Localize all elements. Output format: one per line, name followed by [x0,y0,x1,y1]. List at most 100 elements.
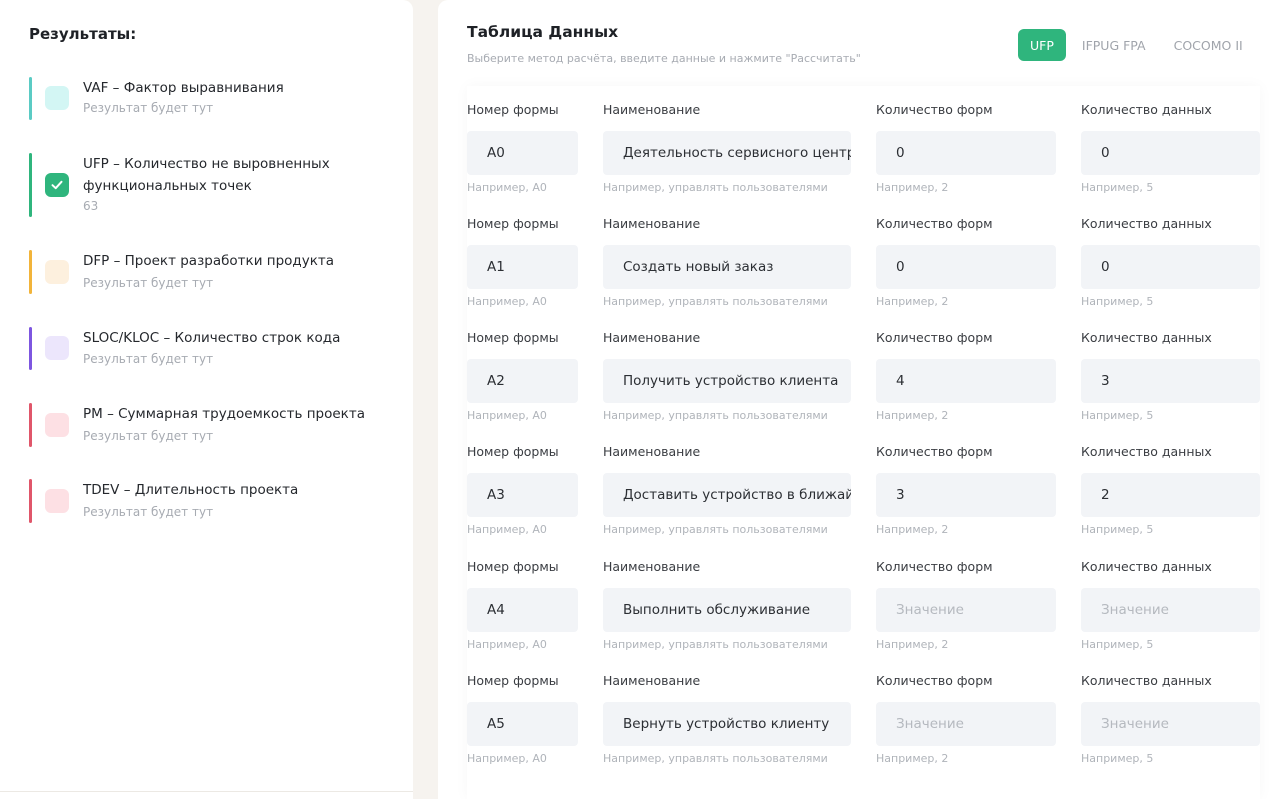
form-count-cell: Количество форм 4 Например, 2 [876,328,1056,422]
result-title: UFP – Количество не выровненных функцион… [83,156,330,194]
data-count-hint: Например, 5 [1081,638,1154,651]
data-count-hint: Например, 5 [1081,409,1154,422]
result-item[interactable]: UFP – Количество не выровненных функцион… [29,153,399,217]
table-subtitle: Выберите метод расчёта, введите данные и… [467,52,861,65]
result-title: DFP – Проект разработки продукта [83,253,335,269]
result-title: TDEV – Длительность проекта [83,482,299,498]
check-icon [51,180,63,190]
data-count-input[interactable]: 2 [1081,473,1260,517]
name-input[interactable]: Доставить устройство в ближайший центр [603,473,851,517]
data-count-hint: Например, 5 [1081,181,1154,194]
result-item[interactable]: TDEV – Длительность проекта Результат буд… [29,479,399,523]
form-count-label: Количество форм [876,673,993,688]
data-count-input[interactable]: Значение [1081,588,1260,632]
form-count-input[interactable]: Значение [876,588,1056,632]
result-checkbox[interactable] [45,260,69,284]
result-item[interactable]: SLOC/KLOC – Количество строк кода Результ… [29,327,399,370]
form-count-input[interactable]: 0 [876,131,1056,175]
form-number-input[interactable]: А2 [467,359,578,403]
form-count-input[interactable]: 3 [876,473,1056,517]
name-input[interactable]: Получить устройство клиента [603,359,851,403]
table-row: Номер формы А1 Например, А0 Наименование Соз… [467,214,1260,314]
result-value: Результат будет тут [83,276,214,290]
result-title: SLOC/KLOC – Количество строк кода [83,330,341,346]
form-number-cell: Номер формы А4 Например, А0 [467,557,578,651]
form-number-cell: Номер формы А2 Например, А0 [467,328,578,422]
form-count-input[interactable]: 4 [876,359,1056,403]
name-label: Наименование [603,216,701,231]
form-count-label: Количество форм [876,102,993,117]
name-label: Наименование [603,102,701,117]
result-item[interactable]: DFP – Проект разработки продукта Результа… [29,250,399,294]
result-checkbox[interactable] [45,173,69,197]
form-number-hint: Например, А0 [467,752,547,765]
result-checkbox[interactable] [45,413,69,437]
form-number-cell: Номер формы А0 Например, А0 [467,100,578,194]
data-count-cell: Количество данных 2 Например, 5 [1081,442,1260,536]
name-input[interactable]: Деятельность сервисного центра [603,131,851,175]
data-count-cell: Количество данных Значение Например, 5 [1081,557,1260,651]
form-count-label: Количество форм [876,559,993,574]
result-value: Результат будет тут [83,101,214,115]
result-title: VAF – Фактор выравнивания [83,80,284,96]
result-item[interactable]: VAF – Фактор выравнивания Результат будет… [29,77,399,120]
data-count-label: Количество данных [1081,216,1212,231]
data-count-input[interactable]: 0 [1081,245,1260,289]
result-color-bar [29,77,32,120]
result-checkbox[interactable] [45,336,69,360]
form-number-input[interactable]: А0 [467,131,578,175]
method-tab-ufp[interactable]: UFP [1018,29,1066,61]
result-color-bar [29,327,32,370]
table-row: Номер формы А4 Например, А0 Наименование Вып… [467,557,1260,657]
method-tab-ifpug-fpa[interactable]: IFPUG FPA [1070,29,1158,61]
results-panel: Результаты: VAF – Фактор выравнивания Рез… [0,0,413,799]
form-number-hint: Например, А0 [467,295,547,308]
form-count-cell: Количество форм 0 Например, 2 [876,100,1056,194]
name-input[interactable]: Вернуть устройство клиенту [603,702,851,746]
divider [0,791,413,792]
result-color-bar [29,250,32,294]
method-tabs: UFP IFPUG FPA COCOMO II [1018,29,1259,61]
result-checkbox[interactable] [45,489,69,513]
data-table: Номер формы А0 Например, А0 Наименование Дея… [467,86,1260,799]
form-number-hint: Например, А0 [467,523,547,536]
form-count-hint: Например, 2 [876,409,949,422]
form-count-cell: Количество форм 0 Например, 2 [876,214,1056,308]
form-number-input[interactable]: А1 [467,245,578,289]
form-count-hint: Например, 2 [876,638,949,651]
data-count-label: Количество данных [1081,559,1212,574]
form-count-label: Количество форм [876,330,993,345]
result-title: PM – Суммарная трудоемкость проекта [83,406,365,422]
form-number-input[interactable]: А4 [467,588,578,632]
name-input[interactable]: Выполнить обслуживание [603,588,851,632]
data-count-hint: Например, 5 [1081,523,1154,536]
data-count-input[interactable]: Значение [1081,702,1260,746]
data-table-panel: Таблица Данных Выберите метод расчёта, в… [438,0,1288,799]
form-count-input[interactable]: 0 [876,245,1056,289]
data-count-label: Количество данных [1081,673,1212,688]
data-count-cell: Количество данных 3 Например, 5 [1081,328,1260,422]
data-count-input[interactable]: 3 [1081,359,1260,403]
result-checkbox[interactable] [45,86,69,110]
name-hint: Например, управлять пользователями [603,523,828,536]
name-hint: Например, управлять пользователями [603,752,828,765]
data-count-label: Количество данных [1081,330,1212,345]
name-input[interactable]: Создать новый заказ [603,245,851,289]
result-item[interactable]: PM – Суммарная трудоемкость проекта Резул… [29,403,399,447]
form-count-hint: Например, 2 [876,752,949,765]
form-number-cell: Номер формы А3 Например, А0 [467,442,578,536]
form-count-label: Количество форм [876,444,993,459]
table-title: Таблица Данных [467,23,619,41]
form-count-input[interactable]: Значение [876,702,1056,746]
name-cell: Наименование Получить устройство клиента Н… [603,328,851,422]
form-count-hint: Например, 2 [876,181,949,194]
results-title: Результаты: [29,25,137,43]
data-count-label: Количество данных [1081,102,1212,117]
method-tab-cocomo-ii[interactable]: COCOMO II [1162,29,1255,61]
data-count-input[interactable]: 0 [1081,131,1260,175]
name-hint: Например, управлять пользователями [603,295,828,308]
name-cell: Наименование Вернуть устройство клиенту На… [603,671,851,765]
name-cell: Наименование Деятельность сервисного цент… [603,100,851,194]
form-number-input[interactable]: А5 [467,702,578,746]
form-number-input[interactable]: А3 [467,473,578,517]
